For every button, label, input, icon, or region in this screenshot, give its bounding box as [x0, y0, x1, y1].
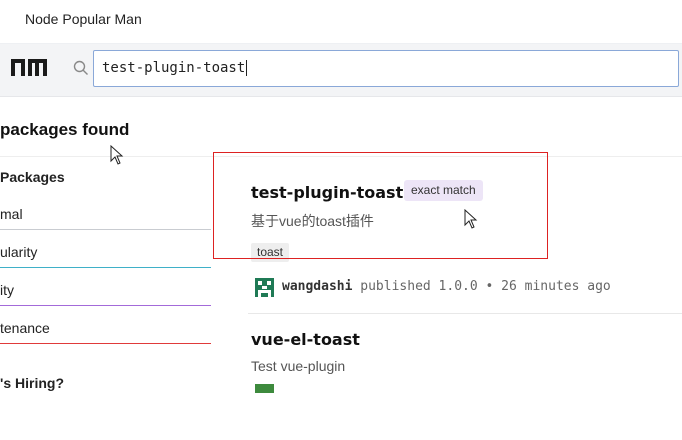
sort-option-popularity[interactable]: ularity: [0, 238, 211, 268]
search-input-value: test-plugin-toast: [102, 60, 246, 76]
search-bar-row: test-plugin-toast: [0, 44, 682, 97]
package-name-link[interactable]: vue-el-toast: [251, 330, 360, 349]
sort-option-quality[interactable]: ity: [0, 276, 211, 306]
npm-logo[interactable]: [11, 59, 47, 76]
window-title: Node Popular Man: [25, 11, 142, 27]
sort-packages-heading: Packages: [0, 169, 65, 185]
whos-hiring-link[interactable]: 's Hiring?: [0, 375, 64, 391]
sort-option-label: ularity: [0, 244, 38, 260]
viewport-cutoff: [0, 393, 682, 440]
avatar-partial: [255, 384, 274, 393]
text-caret: [246, 60, 248, 76]
sort-option-label: tenance: [0, 320, 50, 336]
author-link[interactable]: wangdashi: [282, 279, 352, 294]
app-header: Node Popular Man: [0, 0, 682, 44]
sort-option-maintenance[interactable]: tenance: [0, 314, 211, 344]
highlight-box: [213, 152, 548, 259]
result-divider: [248, 313, 682, 314]
mouse-pointer-icon: [110, 145, 124, 165]
results-count-heading: packages found: [0, 120, 130, 139]
author-avatar-icon[interactable]: [255, 278, 274, 297]
search-input[interactable]: test-plugin-toast: [93, 50, 679, 87]
sort-option-label: ity: [0, 282, 14, 298]
package-description: Test vue-plugin: [251, 358, 346, 374]
mouse-pointer-icon: [464, 209, 478, 229]
search-icon: [73, 60, 88, 75]
publish-info: wangdashi published 1.0.0 • 26 minutes a…: [282, 279, 611, 294]
publish-details: published 1.0.0 • 26 minutes ago: [360, 279, 611, 294]
sort-option-optimal[interactable]: mal: [0, 200, 211, 230]
sort-option-label: mal: [0, 206, 23, 222]
